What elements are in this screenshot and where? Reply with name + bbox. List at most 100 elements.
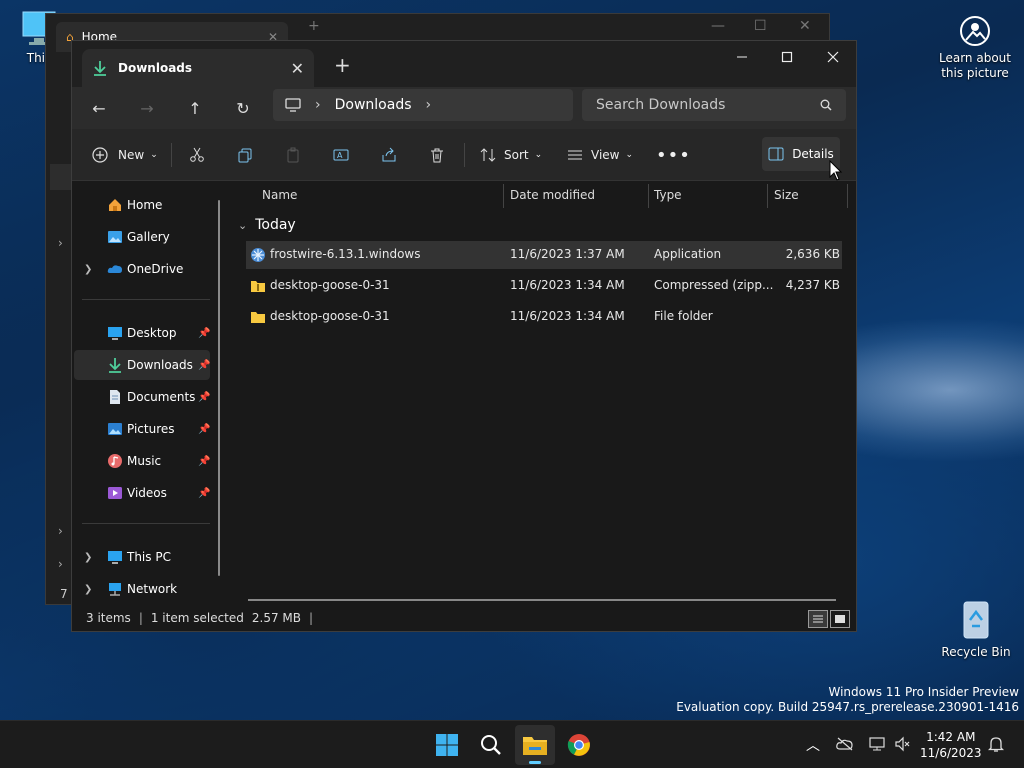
title-bar[interactable]: Downloads ✕ +	[72, 41, 856, 87]
pin-icon[interactable]: 📌	[198, 456, 210, 467]
bg-new-tab-icon[interactable]: +	[308, 18, 320, 34]
sidebar-label: Gallery	[127, 230, 170, 244]
new-tab-icon[interactable]: +	[334, 53, 351, 77]
bg-maximize-icon[interactable]: ☐	[754, 18, 767, 34]
start-button[interactable]	[427, 725, 467, 765]
recycle-bin-desktop-icon[interactable]: Recycle Bin	[940, 598, 1012, 660]
more-options-button[interactable]: •••	[656, 139, 691, 171]
chevron-right-icon[interactable]: ›	[426, 97, 432, 113]
chevron-right-icon[interactable]: ❯	[84, 584, 92, 595]
tiles-view-button[interactable]	[830, 610, 850, 628]
column-divider[interactable]	[503, 184, 504, 208]
chevron-down-icon[interactable]: ⌄	[238, 219, 247, 232]
pin-icon[interactable]: 📌	[198, 328, 210, 339]
search-input[interactable]: Search Downloads	[582, 89, 846, 121]
maximize-button[interactable]	[764, 41, 810, 73]
sidebar-item-documents[interactable]: Documents 📌	[74, 382, 210, 412]
column-header-name[interactable]: Name	[262, 182, 297, 208]
sidebar-label: Network	[127, 582, 178, 596]
sidebar-item-network[interactable]: ❯ Network	[74, 574, 210, 604]
pictures-icon	[108, 423, 122, 435]
sidebar-item-desktop[interactable]: Desktop 📌	[74, 318, 210, 348]
table-row[interactable]: frostwire-6.13.1.windows 11/6/2023 1:37 …	[246, 241, 842, 269]
close-button[interactable]	[810, 41, 856, 73]
details-label: Details	[792, 147, 834, 161]
sidebar-item-pictures[interactable]: Pictures 📌	[74, 414, 210, 444]
notification-bell-icon[interactable]	[988, 735, 1004, 753]
bg-chevron-icon[interactable]: ›	[58, 557, 63, 571]
sidebar-item-music[interactable]: Music 📌	[74, 446, 210, 476]
close-tab-icon[interactable]: ✕	[291, 59, 304, 78]
column-header-date[interactable]: Date modified	[510, 182, 595, 208]
navigation-bar: ← → ↑ ↻ › Downloads › Search Downloads	[72, 87, 856, 129]
share-button[interactable]	[381, 139, 397, 171]
back-button[interactable]: ←	[83, 93, 115, 123]
bg-minimize-icon[interactable]: —	[711, 18, 725, 34]
sort-button[interactable]: Sort ⌄	[480, 139, 542, 171]
minimize-button[interactable]	[719, 41, 765, 73]
cut-button[interactable]	[189, 139, 205, 171]
paste-button[interactable]	[285, 139, 301, 171]
details-view-button[interactable]	[808, 610, 828, 628]
pin-icon[interactable]: 📌	[198, 360, 210, 371]
table-row[interactable]: desktop-goose-0-31 11/6/2023 1:34 AM Com…	[246, 272, 842, 300]
column-header-type[interactable]: Type	[654, 182, 682, 208]
sidebar-item-downloads[interactable]: Downloads 📌	[74, 350, 210, 380]
clock[interactable]: 1:42 AM 11/6/2023	[920, 729, 982, 761]
horizontal-scrollbar[interactable]	[248, 599, 836, 601]
search-icon	[820, 99, 832, 111]
chevron-right-icon[interactable]: ❯	[84, 264, 92, 275]
pin-icon[interactable]: 📌	[198, 392, 210, 403]
network-status-icon[interactable]	[868, 736, 886, 752]
address-location[interactable]: Downloads	[335, 97, 412, 113]
bg-chevron-icon[interactable]: ›	[58, 236, 63, 250]
tab-downloads[interactable]: Downloads ✕	[82, 49, 314, 87]
item-count: 3 items	[86, 611, 131, 625]
table-row[interactable]: desktop-goose-0-31 11/6/2023 1:34 AM Fil…	[246, 303, 842, 331]
column-header-size[interactable]: Size	[774, 182, 799, 208]
explorer-window[interactable]: Downloads ✕ + ← → ↑ ↻ › Downloads › Sear…	[71, 40, 857, 632]
pin-icon[interactable]: 📌	[198, 488, 210, 499]
pin-icon[interactable]: 📌	[198, 424, 210, 435]
bg-chevron-icon[interactable]: ›	[58, 524, 63, 538]
navigation-pane: Home Gallery ❯ OneDrive Desktop 📌 Downlo…	[72, 182, 230, 605]
copy-button[interactable]	[237, 139, 253, 171]
sidebar-item-onedrive[interactable]: ❯ OneDrive	[74, 254, 210, 284]
chevron-up-icon[interactable]: ︿	[806, 735, 820, 755]
forward-button[interactable]: →	[131, 93, 163, 123]
bg-close-icon[interactable]: ✕	[799, 18, 811, 34]
new-button[interactable]: New ⌄	[92, 139, 158, 171]
rename-button[interactable]: A	[333, 139, 349, 171]
chevron-right-icon[interactable]: ›	[315, 97, 321, 113]
mouse-cursor-icon	[829, 160, 843, 181]
sidebar-label: Videos	[127, 486, 167, 500]
chevron-right-icon[interactable]: ❯	[84, 552, 92, 563]
search-button[interactable]	[471, 725, 511, 765]
sidebar-label: Desktop	[127, 326, 177, 340]
learn-about-picture-icon[interactable]: Learn about this picture	[936, 14, 1014, 81]
volume-muted-icon[interactable]	[894, 736, 912, 752]
column-divider[interactable]	[648, 184, 649, 208]
address-bar[interactable]: › Downloads ›	[273, 89, 573, 121]
sidebar-item-this-pc[interactable]: ❯ This PC	[74, 542, 210, 572]
sidebar-item-gallery[interactable]: Gallery	[74, 222, 210, 252]
chrome-icon	[567, 734, 590, 756]
refresh-button[interactable]: ↻	[227, 93, 259, 123]
view-button[interactable]: View ⌄	[567, 139, 633, 171]
evaluation-watermark: Windows 11 Pro Insider Preview Evaluatio…	[676, 685, 1019, 715]
learn-label-1: Learn about	[939, 51, 1011, 65]
sidebar-scrollbar[interactable]	[218, 200, 220, 576]
onedrive-offline-icon[interactable]	[836, 737, 854, 751]
sidebar-item-home[interactable]: Home	[74, 190, 210, 220]
file-explorer-taskbar-button[interactable]	[515, 725, 555, 765]
column-divider[interactable]	[767, 184, 768, 208]
clock-date: 11/6/2023	[920, 746, 982, 760]
up-button[interactable]: ↑	[179, 93, 211, 123]
selection-info: 1 item selected	[150, 611, 244, 625]
group-header-today[interactable]: ⌄ Today	[238, 217, 296, 233]
sidebar-item-videos[interactable]: Videos 📌	[74, 478, 210, 508]
column-divider[interactable]	[847, 184, 848, 208]
camera-info-icon	[960, 16, 990, 46]
delete-button[interactable]	[429, 139, 445, 171]
chrome-taskbar-button[interactable]	[559, 725, 599, 765]
